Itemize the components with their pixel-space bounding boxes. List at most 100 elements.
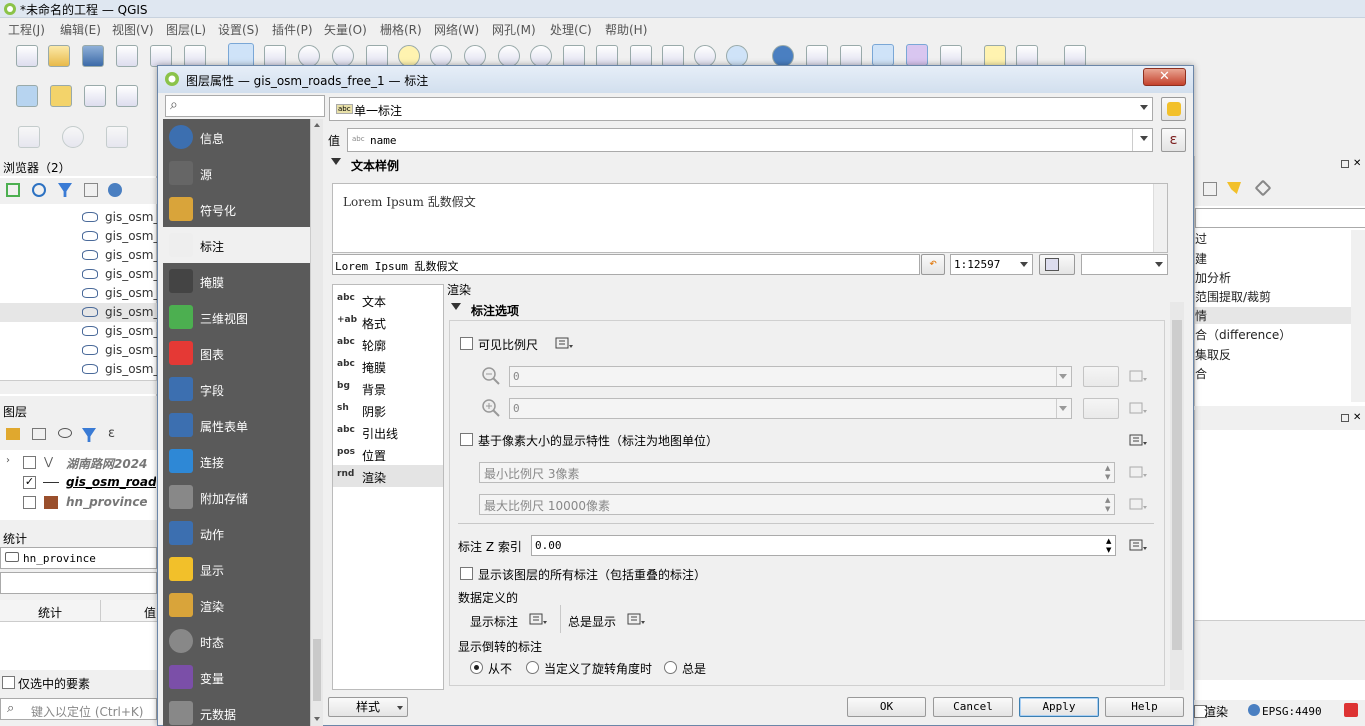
nav-item-auxiliary-storage[interactable]: 附加存储 (163, 479, 310, 515)
subtab-4[interactable]: bg 背景 (333, 377, 443, 399)
subtab-8[interactable]: rnd 渲染 (333, 465, 443, 487)
float-panel-icon[interactable] (1341, 414, 1349, 422)
pick-max-scale-button[interactable] (1083, 398, 1119, 419)
reset-sample-button[interactable]: ↶ (921, 254, 945, 275)
minimum-scale-combo[interactable]: 0 (509, 366, 1072, 387)
refresh-icon[interactable] (726, 45, 748, 67)
add-delimited-text-icon[interactable] (84, 85, 106, 107)
show-all-labels-checkbox[interactable] (460, 567, 473, 580)
nav-item-info[interactable]: 信息 (163, 119, 310, 155)
scale-visibility-checkbox[interactable] (460, 337, 473, 350)
temporal-controller-icon[interactable] (694, 45, 716, 67)
subtab-2[interactable]: abc 轮廓 (333, 333, 443, 355)
browser-item[interactable]: gis_osm_ (0, 284, 160, 303)
toolbox-item[interactable]: 范围提取/裁剪 (1195, 288, 1271, 305)
statistical-summary-icon[interactable] (906, 44, 928, 66)
measure-icon[interactable] (940, 45, 962, 67)
new-map-view-icon[interactable] (563, 45, 585, 67)
nav-item-diagram[interactable]: 图表 (163, 335, 310, 371)
new-layout-icon[interactable] (116, 45, 138, 67)
menu-project[interactable]: 工程(J) (8, 21, 45, 38)
data-defined-override-icon[interactable] (1128, 537, 1148, 553)
select-feature-icon[interactable] (18, 126, 40, 148)
nav-item-rendering[interactable]: 渲染 (163, 587, 310, 623)
nav-item-metadata[interactable]: 元数据 (163, 695, 310, 726)
search-input[interactable]: ⌕ (165, 95, 325, 117)
ok-button[interactable]: OK (847, 697, 926, 717)
data-defined-override-icon[interactable] (1128, 496, 1148, 512)
zoom-last-icon[interactable] (498, 45, 520, 67)
expression-filter-icon[interactable]: ε (108, 426, 115, 441)
browser-item[interactable]: gis_osm_ (0, 322, 160, 341)
pixel-size-checkbox[interactable] (460, 433, 473, 446)
data-defined-override-icon[interactable] (1128, 464, 1148, 480)
toolbox-item[interactable]: 合 (1195, 365, 1207, 382)
pick-min-scale-button[interactable] (1083, 366, 1119, 387)
collapse-arrow-icon[interactable] (331, 158, 341, 165)
browser-scrollbar[interactable] (0, 380, 157, 394)
add-selected-layers-icon[interactable] (6, 183, 20, 197)
collapse-all-icon[interactable] (84, 183, 98, 197)
min-pixel-spinbox[interactable]: 最小比例尺 3像素 ▲ ▼ (479, 462, 1115, 483)
toolbox-search[interactable] (1195, 208, 1365, 228)
data-defined-override-icon[interactable] (554, 335, 574, 351)
browser-item[interactable]: gis_osm_ (0, 227, 160, 246)
menu-vector[interactable]: 矢量(O) (324, 21, 367, 38)
nav-item-mask[interactable]: 掩膜 (163, 263, 310, 299)
add-group-icon[interactable] (32, 428, 46, 440)
browser-item[interactable]: gis_osm_ (0, 246, 160, 265)
radio-never[interactable] (470, 661, 483, 674)
text-annotation-icon[interactable] (1064, 45, 1086, 67)
z-index-spinbox[interactable]: 0.00 ▲ ▼ (531, 535, 1116, 556)
attribute-table-icon[interactable] (806, 45, 828, 67)
add-raster-layer-icon[interactable] (50, 85, 72, 107)
nav-item-temporal[interactable]: 时态 (163, 623, 310, 659)
zoom-layer-icon[interactable] (430, 45, 452, 67)
nav-scrollbar[interactable] (310, 119, 323, 726)
layer-visibility-checkbox[interactable] (23, 496, 36, 509)
menu-processing[interactable]: 处理(C) (550, 21, 592, 38)
collapse-arrow-icon[interactable] (451, 303, 461, 310)
layer-visibility-checkbox[interactable]: ✓ (23, 476, 36, 489)
menu-web[interactable]: 网络(W) (434, 21, 479, 38)
toolbox-item[interactable]: 过 (1195, 230, 1207, 247)
menu-settings[interactable]: 设置(S) (218, 21, 259, 38)
digitize-icon[interactable] (116, 85, 138, 107)
browser-item[interactable]: gis_osm_ (0, 265, 160, 284)
nav-item-attributes-form[interactable]: 属性表单 (163, 407, 310, 443)
auto-placement-button[interactable] (1161, 97, 1186, 121)
toolbox-item[interactable]: 情 (1195, 307, 1351, 324)
value-field-combo[interactable]: abc name (347, 128, 1153, 152)
menu-plugins[interactable]: 插件(P) (272, 21, 313, 38)
menu-layer[interactable]: 图层(L) (166, 21, 206, 38)
zoom-full-icon[interactable] (366, 45, 388, 67)
close-panel-icon[interactable]: ✕ (1353, 158, 1361, 169)
nav-item-symbology[interactable]: 符号化 (163, 191, 310, 227)
zoom-next-icon[interactable] (530, 45, 552, 67)
menu-edit[interactable]: 编辑(E) (60, 21, 101, 38)
radio-always[interactable] (664, 661, 677, 674)
select-by-value-icon[interactable] (62, 126, 84, 148)
open-project-icon[interactable] (48, 45, 70, 67)
style-manager-icon[interactable] (184, 45, 206, 67)
add-vector-layer-icon[interactable] (16, 85, 38, 107)
subtab-1[interactable]: +ab 格式 (333, 311, 443, 333)
nav-item-labels[interactable]: 标注 (163, 227, 310, 263)
preview-scrollbar[interactable] (1153, 184, 1167, 252)
filter-browser-icon[interactable] (58, 183, 72, 197)
zoom-in-icon[interactable] (298, 45, 320, 67)
processing-toolbox-icon[interactable] (872, 44, 894, 66)
crs-globe-icon[interactable] (1248, 704, 1260, 716)
browser-item[interactable]: gis_osm_ (0, 303, 160, 322)
nav-item-display[interactable]: 显示 (163, 551, 310, 587)
maximum-scale-combo[interactable]: 0 (509, 398, 1072, 419)
cancel-button[interactable]: Cancel (933, 697, 1013, 717)
radio-when-rotation[interactable] (526, 661, 539, 674)
scale-combo[interactable]: 1:12597 (950, 254, 1033, 275)
layer-row[interactable]: › ⋁ 湖南路网2024 (0, 452, 157, 472)
nav-item-variables[interactable]: 变量 (163, 659, 310, 695)
field-calculator-icon[interactable] (840, 45, 862, 67)
toolbox-item[interactable]: 集取反 (1195, 346, 1231, 363)
new-project-icon[interactable] (16, 45, 38, 67)
style-layer-icon[interactable] (6, 428, 20, 440)
